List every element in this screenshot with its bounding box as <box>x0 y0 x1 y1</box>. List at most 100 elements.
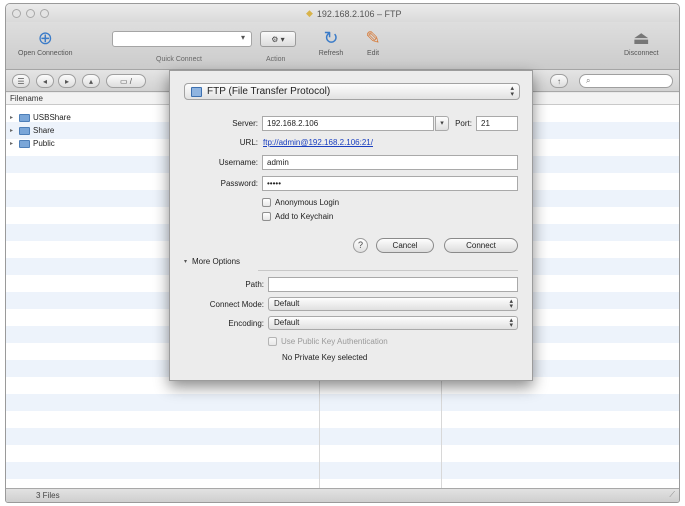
refresh-icon: ↻ <box>323 27 339 48</box>
disclosure-triangle-open-icon: ▾ <box>184 259 188 265</box>
username-field[interactable]: admin <box>262 155 518 170</box>
anonymous-login-checkbox[interactable]: Anonymous Login <box>262 198 339 207</box>
search-input[interactable]: ⌕ <box>579 74 673 88</box>
path-label: Path: <box>245 280 264 289</box>
connect-label: Connect <box>466 241 496 250</box>
protocol-popup[interactable]: FTP (File Transfer Protocol) ▴ ▾ <box>184 83 520 100</box>
back-arrow-icon: ◂ <box>42 76 47 86</box>
list-item-label: Public <box>33 139 55 148</box>
disclosure-triangle-icon[interactable]: ▸ <box>10 114 16 121</box>
cancel-button[interactable]: Cancel <box>376 238 434 253</box>
view-toggle-button[interactable]: ☰ <box>12 74 30 88</box>
cancel-label: Cancel <box>392 241 418 250</box>
quick-connect-label: Quick Connect <box>156 56 202 63</box>
connect-mode-popup[interactable]: Default ▴ ▾ <box>268 297 518 311</box>
search-icon: ⌕ <box>586 76 591 85</box>
pencil-icon: ✎ <box>365 27 381 48</box>
connect-mode-label: Connect Mode: <box>209 300 264 309</box>
help-button[interactable]: ? <box>353 238 368 253</box>
disconnect-label: Disconnect <box>624 50 659 57</box>
username-value: admin <box>267 158 289 167</box>
popup-arrows-icon: ▴ ▾ <box>509 317 513 329</box>
open-connection-label: Open Connection <box>18 50 73 57</box>
public-key-auth-label: Use Public Key Authentication <box>281 337 388 346</box>
popup-arrows-icon: ▴ ▾ <box>510 85 514 98</box>
checkbox-box[interactable] <box>262 212 271 221</box>
up-directory-button[interactable]: ↑ <box>550 74 568 88</box>
connect-mode-value: Default <box>274 299 300 308</box>
encoding-popup[interactable]: Default ▴ ▾ <box>268 316 518 330</box>
title-bar: ◆ 192.168.2.106 – FTP <box>6 4 679 24</box>
forward-arrow-icon: ▸ <box>64 76 69 86</box>
open-connection-button[interactable]: ⊕ Open Connection <box>18 26 73 58</box>
up-button[interactable]: ▴ <box>82 74 100 88</box>
port-value: 21 <box>481 119 490 128</box>
action-menu-button[interactable]: ⚙ ▾ <box>260 31 296 47</box>
filename-column-header[interactable]: Filename <box>10 94 43 103</box>
arrow-up-icon: ↑ <box>557 76 561 86</box>
server-value: 192.168.2.106 <box>267 119 319 128</box>
folder-icon <box>19 139 30 148</box>
back-button[interactable]: ◂ <box>36 74 54 88</box>
checkbox-box[interactable] <box>268 337 277 346</box>
list-item[interactable]: ▸ Public <box>10 137 71 150</box>
password-label: Password: <box>220 179 258 188</box>
zoom-window-button[interactable] <box>40 9 49 18</box>
disclosure-triangle-icon[interactable]: ▸ <box>10 140 16 147</box>
chevron-down-icon: ▾ <box>440 120 444 127</box>
encoding-label: Encoding: <box>228 319 264 328</box>
port-label: Port: <box>455 119 472 128</box>
more-options-disclosure[interactable]: ▾ More Options <box>184 257 240 266</box>
status-text: 3 Files <box>36 491 60 500</box>
resize-grip-icon[interactable]: ⟋ <box>669 490 675 500</box>
list-item[interactable]: ▸ Share <box>10 124 71 137</box>
ftp-icon <box>191 86 202 97</box>
chevron-down-icon[interactable]: ▾ <box>237 33 249 45</box>
list-item[interactable]: ▸ USBShare <box>10 111 71 124</box>
gear-icon: ⚙ ▾ <box>271 34 285 44</box>
path-popup[interactable]: ▭ / <box>106 74 146 88</box>
help-icon: ? <box>357 240 363 250</box>
server-history-button[interactable]: ▾ <box>435 116 449 131</box>
action-label: Action <box>266 56 286 63</box>
port-field[interactable]: 21 <box>476 116 518 131</box>
edit-button[interactable]: ✎ Edit <box>360 26 386 58</box>
add-to-keychain-label: Add to Keychain <box>275 212 334 221</box>
server-field[interactable]: 192.168.2.106 ▾ <box>262 116 449 131</box>
file-tree: ▸ USBShare ▸ Share ▸ Public <box>10 111 71 150</box>
status-bar: 3 Files ⟋ <box>6 488 679 502</box>
options-divider <box>258 270 518 271</box>
minimize-window-button[interactable] <box>26 9 35 18</box>
folder-path-icon: ▭ / <box>119 76 132 86</box>
list-item-label: Share <box>33 126 55 135</box>
anonymous-login-label: Anonymous Login <box>275 198 340 207</box>
server-label: Server: <box>232 119 258 128</box>
add-to-keychain-checkbox[interactable]: Add to Keychain <box>262 212 333 221</box>
refresh-button[interactable]: ↻ Refresh <box>318 26 344 58</box>
protocol-value: FTP (File Transfer Protocol) <box>207 86 331 97</box>
app-window: ◆ 192.168.2.106 – FTP ⊕ Open Connection … <box>5 3 680 503</box>
list-view-icon: ☰ <box>17 76 25 86</box>
quick-connect-field[interactable]: ▾ <box>112 31 252 47</box>
toolbar: ⊕ Open Connection ▾ Quick Connect ⚙ ▾ Ac… <box>6 22 679 70</box>
folder-icon <box>19 113 30 122</box>
password-field[interactable]: ••••• <box>262 176 518 191</box>
close-window-button[interactable] <box>12 9 21 18</box>
window-controls <box>12 9 49 18</box>
checkbox-box[interactable] <box>262 198 271 207</box>
url-link[interactable]: ftp://admin@192.168.2.106:21/ <box>263 138 373 147</box>
disclosure-triangle-icon[interactable]: ▸ <box>10 127 16 134</box>
private-key-status: No Private Key selected <box>282 353 368 362</box>
folder-icon <box>19 126 30 135</box>
more-options-label: More Options <box>192 257 241 266</box>
eject-icon: ⏏ <box>632 27 650 48</box>
window-title-text: 192.168.2.106 – FTP <box>316 8 402 19</box>
connection-sheet: FTP (File Transfer Protocol) ▴ ▾ Server: … <box>169 70 533 381</box>
forward-button[interactable]: ▸ <box>58 74 76 88</box>
path-field[interactable] <box>268 277 518 292</box>
server-icon: ◆ <box>306 8 313 18</box>
disconnect-button[interactable]: ⏏ Disconnect <box>624 26 659 58</box>
public-key-auth-checkbox[interactable]: Use Public Key Authentication <box>268 337 388 346</box>
url-label: URL: <box>239 138 258 147</box>
connect-button[interactable]: Connect <box>444 238 518 253</box>
